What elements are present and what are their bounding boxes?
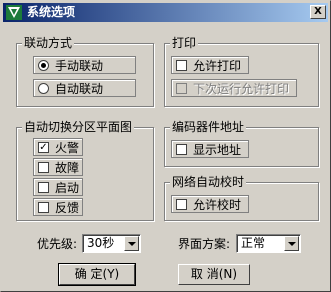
radio-auto-link-label: 自动联动	[55, 81, 104, 96]
window-title: 系统选项	[27, 5, 76, 19]
priority-value: 30秒	[87, 236, 115, 250]
radio-manual-link[interactable]: 手动联动	[33, 56, 136, 74]
radio-indicator	[38, 82, 49, 94]
checkbox-indicator	[176, 143, 187, 155]
show-address-label: 显示地址	[193, 142, 242, 157]
ui-scheme-label: 界面方案:	[178, 237, 231, 251]
checkbox-allow-print[interactable]: 允许打印	[171, 56, 249, 74]
system-options-dialog: 系统选项 X 联动方式 手动联动 自动联动 打印 允许打印 下次运行允许打印 自…	[0, 0, 331, 292]
radio-manual-link-label: 手动联动	[55, 58, 104, 73]
radio-indicator	[38, 59, 49, 71]
ui-scheme-select[interactable]: 正常	[236, 234, 301, 253]
cancel-button-label: 取 消(N)	[190, 267, 238, 281]
chevron-down-icon[interactable]	[124, 236, 139, 251]
fault-label: 故障	[55, 160, 80, 175]
checkbox-indicator	[176, 82, 187, 94]
fire-alarm-label: 火警	[55, 140, 80, 155]
link-mode-title: 联动方式	[22, 36, 75, 50]
allow-print-label: 允许打印	[193, 58, 242, 73]
checkbox-fault[interactable]: 故障	[33, 158, 83, 176]
cancel-button[interactable]: 取 消(N)	[178, 264, 250, 285]
checkbox-indicator	[176, 59, 187, 71]
priority-select[interactable]: 30秒	[82, 234, 141, 253]
network-time-group: 网络自动校时 允许校时	[164, 175, 319, 221]
app-icon	[6, 5, 22, 20]
checkbox-indicator	[38, 181, 49, 193]
encoder-address-group: 编码器件地址 显示地址	[164, 120, 319, 167]
checkbox-feedback[interactable]: 反馈	[33, 198, 83, 216]
chevron-down-icon[interactable]	[284, 236, 299, 251]
priority-label: 优先级:	[37, 237, 78, 251]
link-mode-group: 联动方式 手动联动 自动联动	[16, 36, 154, 107]
title-bar[interactable]: 系统选项 X	[3, 3, 328, 22]
allow-time-sync-label: 允许校时	[193, 197, 242, 212]
ui-scheme-value: 正常	[241, 236, 266, 250]
print-title: 打印	[170, 36, 199, 50]
checkbox-indicator	[38, 161, 49, 173]
auto-switch-group: 自动切换分区平面图 ✓ 火警 故障 启动 反馈	[16, 120, 154, 221]
checkbox-indicator	[176, 198, 187, 210]
ok-button[interactable]: 确 定(Y)	[58, 263, 136, 286]
checkbox-start[interactable]: 启动	[33, 178, 83, 196]
print-group: 打印 允许打印 下次运行允许打印	[164, 36, 319, 107]
close-button[interactable]: X	[310, 5, 326, 19]
checkbox-next-run-print[interactable]: 下次运行允许打印	[171, 79, 297, 97]
checkbox-fire-alarm[interactable]: ✓ 火警	[33, 138, 83, 156]
checkbox-allow-time-sync[interactable]: 允许校时	[171, 195, 249, 213]
check-icon: ✓	[38, 141, 49, 153]
start-label: 启动	[55, 180, 80, 195]
auto-switch-title: 自动切换分区平面图	[22, 120, 135, 134]
radio-auto-link[interactable]: 自动联动	[33, 79, 136, 97]
feedback-label: 反馈	[55, 200, 80, 215]
close-icon: X	[314, 6, 322, 17]
checkbox-show-address[interactable]: 显示地址	[171, 140, 249, 158]
next-run-print-label: 下次运行允许打印	[193, 81, 290, 96]
ok-button-label: 确 定(Y)	[74, 267, 120, 281]
network-time-title: 网络自动校时	[170, 175, 247, 189]
checkbox-indicator	[38, 201, 49, 213]
encoder-address-title: 编码器件地址	[170, 120, 247, 134]
